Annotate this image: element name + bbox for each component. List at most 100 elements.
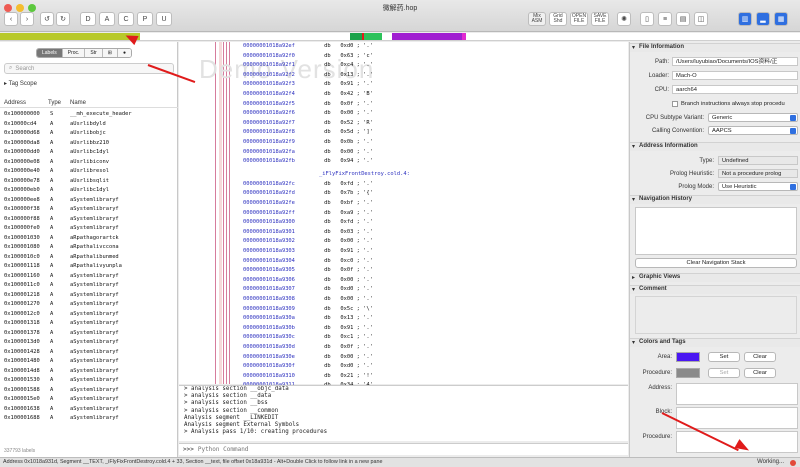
graphic-views-section[interactable]: Graphic Views: [630, 273, 800, 282]
navigation-history-list[interactable]: [635, 207, 797, 255]
code-line[interactable]: 00000001018a92f1 db 0xc4 ; '.': [243, 62, 373, 71]
navigation-history-section[interactable]: Navigation History: [630, 195, 800, 204]
table-row[interactable]: 0x100001480 AaSystemlibraryf: [0, 357, 178, 367]
table-row[interactable]: 0x100000f38 AaSystemlibraryf: [0, 205, 178, 215]
prolog-mode-select[interactable]: Use Heuristic: [718, 182, 798, 191]
ascii-button[interactable]: A: [99, 12, 115, 26]
calling-convention-select[interactable]: AAPCS: [708, 126, 798, 135]
comment-section[interactable]: Comment: [630, 285, 800, 294]
table-row[interactable]: 0x1000011c0 AaSystemlibraryf: [0, 281, 178, 291]
column-type[interactable]: Type: [48, 100, 61, 106]
tab-grid[interactable]: ⊞: [102, 49, 118, 57]
tab-procedures[interactable]: Proc.: [62, 49, 86, 57]
procedure-button[interactable]: P: [137, 12, 153, 26]
table-row[interactable]: 0x100000ee8 AaSystemlibraryf: [0, 196, 178, 206]
view-pseudo-button[interactable]: ≡: [658, 12, 672, 26]
code-line[interactable]: 00000001018a930c db 0xc1 ; '.': [243, 334, 373, 343]
procedure-clear-button[interactable]: Clear: [744, 368, 776, 378]
code-line[interactable]: 00000001018a92fd db 0x7b ; '{': [243, 190, 373, 199]
code-line[interactable]: 00000001018a92f7 db 0x52 ; 'R': [243, 120, 373, 129]
table-row[interactable]: 0x100000fe0 AaSystemlibraryf: [0, 224, 178, 234]
address-tags-field[interactable]: [676, 383, 798, 405]
code-line[interactable]: 00000001018a92f4 db 0x42 ; 'B': [243, 91, 373, 100]
tag-scope-disclosure[interactable]: ▸ Tag Scope: [4, 80, 37, 87]
code-line[interactable]: 00000001018a92f8 db 0x5d ; ']': [243, 129, 373, 138]
table-row[interactable]: 0x100000000 S __mh_execute_header: [0, 110, 178, 120]
table-row[interactable]: 0x100001318 AaSystemlibraryf: [0, 319, 178, 329]
table-row[interactable]: 0x100000e78 AaUsrlibsqlit: [0, 177, 178, 187]
code-line[interactable]: 00000001018a92ef db 0xd0 ; '.': [243, 43, 373, 52]
view-split-button[interactable]: ◫: [694, 12, 708, 26]
code-line[interactable]: 00000001018a92ff db 0xa9 ; '.': [243, 210, 373, 219]
table-row[interactable]: 0x100000e08 AaUsrlibiconv: [0, 158, 178, 168]
code-line[interactable]: 00000001018a9309 db 0x5c ; '\': [243, 306, 373, 315]
code-line[interactable]: 00000001018a9303 db 0x91 ; '.': [243, 248, 373, 257]
area-clear-button[interactable]: Clear: [744, 352, 776, 362]
code-line[interactable]: 00000001018a92f5 db 0x0f ; '.': [243, 101, 373, 110]
branch-stop-checkbox[interactable]: [672, 101, 678, 107]
table-row[interactable]: 0x1000015e0 AaSystemlibraryf: [0, 395, 178, 405]
code-line[interactable]: 00000001018a92fc db 0xfd ; '.': [243, 181, 373, 190]
code-line[interactable]: 00000001018a9305 db 0x0f ; '.': [243, 267, 373, 276]
view-hex-button[interactable]: ▤: [676, 12, 690, 26]
code-line[interactable]: 00000001018a92f3 db 0x91 ; '.': [243, 81, 373, 90]
table-row[interactable]: 0x100000da8 AaUsrlibbz210: [0, 139, 178, 149]
code-line[interactable]: 00000001018a930a db 0x13 ; '.': [243, 315, 373, 324]
tab-tags[interactable]: ●: [118, 49, 132, 57]
table-row[interactable]: 0x100000f88 AaSystemlibraryf: [0, 215, 178, 225]
table-row[interactable]: 0x100001118 AaRpathalivyunpla: [0, 262, 178, 272]
undo-button[interactable]: ↺: [40, 12, 54, 26]
toggle-left-pane-button[interactable]: ▥: [738, 12, 752, 26]
code-line[interactable]: 00000001018a9310 db 0x21 ; '!': [243, 373, 373, 382]
save-file-button[interactable]: SAVE FILE: [591, 12, 609, 26]
table-row[interactable]: 0x100001530 AaSystemlibraryf: [0, 376, 178, 386]
open-file-button[interactable]: OPEN FILE: [570, 12, 588, 26]
area-color-swatch[interactable]: [676, 352, 700, 362]
table-row[interactable]: 0x100001218 AaSystemlibraryf: [0, 291, 178, 301]
table-row[interactable]: 0x100001688 AaSystemlibraryf: [0, 414, 178, 424]
procedure-color-swatch[interactable]: [676, 368, 700, 378]
segment-navigation-bar[interactable]: [0, 33, 800, 41]
table-row[interactable]: 0x100000d68 AaUsrlibobjc: [0, 129, 178, 139]
debugger-button[interactable]: ✺: [617, 12, 631, 26]
python-command-input[interactable]: [197, 446, 398, 453]
disassembly-view[interactable]: Demo Version _iFlyFixFrontDestroy.cold.4…: [179, 42, 628, 408]
code-line[interactable]: 00000001018a92f6 db 0x00 ; '.': [243, 110, 373, 119]
grid-button[interactable]: Grid Shd: [549, 12, 567, 26]
code-line[interactable]: 00000001018a92f9 db 0x0b ; '.': [243, 139, 373, 148]
table-row[interactable]: 0x100001080 AaRpathalivccona: [0, 243, 178, 253]
mix-asm-button[interactable]: Mix ASM: [528, 12, 546, 26]
code-button[interactable]: C: [118, 12, 134, 26]
code-line[interactable]: 00000001018a92fb db 0x94 ; '.': [243, 158, 373, 167]
code-line[interactable]: 00000001018a9304 db 0xc0 ; '.': [243, 258, 373, 267]
address-information-section[interactable]: Address Information: [630, 142, 800, 151]
undefine-button[interactable]: U: [156, 12, 172, 26]
table-row[interactable]: 0x10000cd4 AaUsrlibdyld: [0, 120, 178, 130]
table-row[interactable]: 0x1000010c0 AaRpathalibunmed: [0, 253, 178, 263]
clear-navigation-stack-button[interactable]: Clear Navigation Stack: [635, 258, 797, 268]
forward-button[interactable]: ›: [20, 12, 34, 26]
code-line[interactable]: 00000001018a92fa db 0x00 ; '.': [243, 149, 373, 158]
tab-labels[interactable]: Labels: [37, 49, 63, 57]
table-row[interactable]: 0x100001270 AaSystemlibraryf: [0, 300, 178, 310]
code-line[interactable]: 00000001018a930b db 0x91 ; '.': [243, 325, 373, 334]
table-row[interactable]: 0x1000014d8 AaSystemlibraryf: [0, 367, 178, 377]
code-line[interactable]: 00000001018a9301 db 0x03 ; '.': [243, 229, 373, 238]
path-value[interactable]: /Users/luyubiao/Documents/IOS资料/正: [672, 57, 798, 66]
code-line[interactable]: 00000001018a9307 db 0xd0 ; '.': [243, 286, 373, 295]
code-line[interactable]: 00000001018a9302 db 0x00 ; '.': [243, 238, 373, 247]
procedure-set-button[interactable]: Set: [708, 368, 740, 378]
code-line[interactable]: 00000001018a92f0 db 0x63 ; 'c': [243, 53, 373, 62]
table-row[interactable]: 0x100000eb0 AaUsrlibc1dyl: [0, 186, 178, 196]
toggle-bottom-pane-button[interactable]: ▂: [756, 12, 770, 26]
column-address[interactable]: Address: [4, 100, 26, 106]
toggle-right-pane-button[interactable]: ▦: [774, 12, 788, 26]
code-line[interactable]: 00000001018a930e db 0x00 ; '.': [243, 354, 373, 363]
redo-button[interactable]: ↻: [56, 12, 70, 26]
file-information-section[interactable]: File Information: [630, 43, 800, 52]
table-row[interactable]: 0x100001160 AaSystemlibraryf: [0, 272, 178, 282]
table-row[interactable]: 0x100000e40 AaUsrlibresol: [0, 167, 178, 177]
colors-and-tags-section[interactable]: Colors and Tags: [630, 338, 800, 347]
table-row[interactable]: 0x1000012c0 AaSystemlibraryf: [0, 310, 178, 320]
tab-strings[interactable]: Str: [85, 49, 103, 57]
